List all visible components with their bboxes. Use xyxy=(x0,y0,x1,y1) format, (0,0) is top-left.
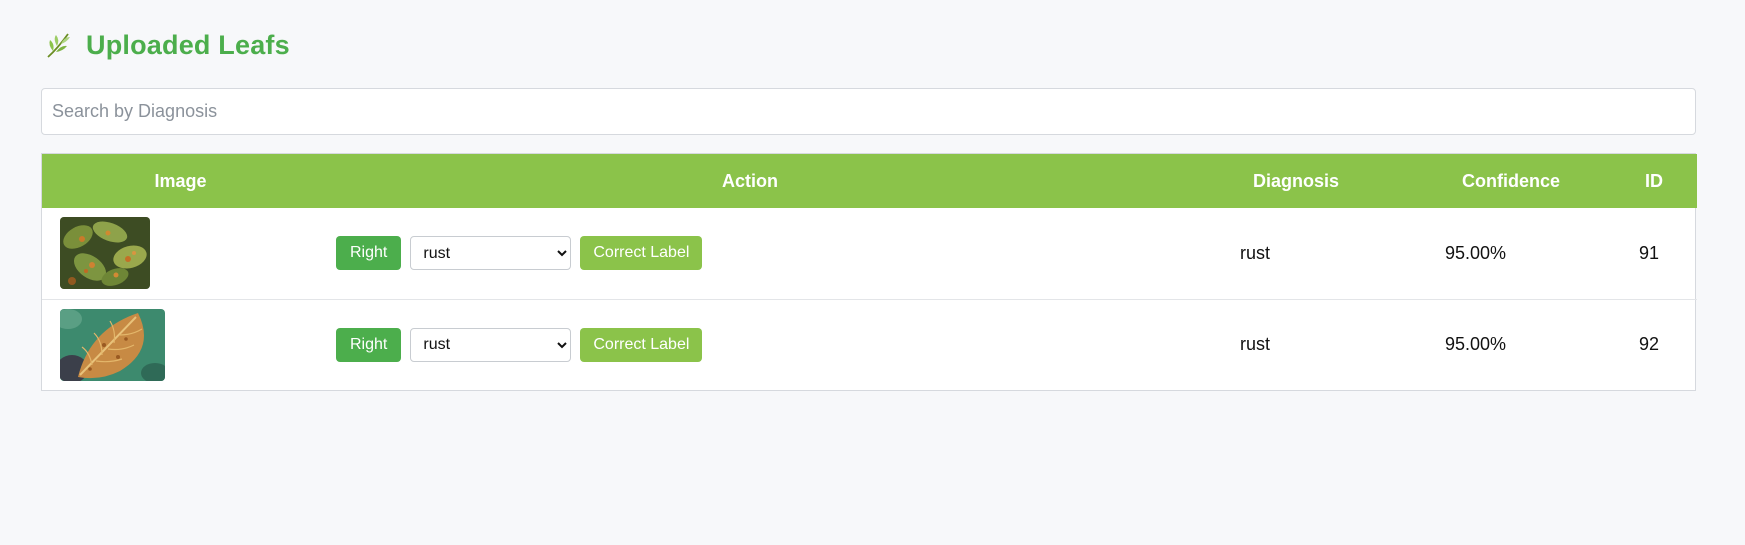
right-button[interactable]: Right xyxy=(336,327,402,362)
leaf-icon xyxy=(44,30,74,60)
id-cell: 91 xyxy=(1639,242,1660,263)
action-cell: Right rust Correct Label xyxy=(319,208,1181,299)
confidence-cell: 95.00% xyxy=(1445,334,1507,355)
diagnosis-cell: rust xyxy=(1240,334,1271,355)
page-title: Uploaded Leafs xyxy=(86,29,290,60)
search-input[interactable] xyxy=(41,88,1696,135)
column-header-image: Image xyxy=(154,170,207,191)
table-row: Right rust Correct Label rust 95.00% 91 xyxy=(42,208,1697,299)
correct-label-button[interactable]: Correct Label xyxy=(580,327,703,362)
label-select[interactable]: rust xyxy=(410,236,572,271)
id-cell: 92 xyxy=(1639,334,1660,355)
confidence-cell: 95.00% xyxy=(1445,242,1507,263)
page-header: Uploaded Leafs xyxy=(44,26,290,64)
leaf-image[interactable] xyxy=(60,217,150,290)
leaf-image[interactable] xyxy=(60,308,165,381)
column-header-id: ID xyxy=(1645,170,1663,191)
table-row: Right rust Correct Label rust 95.00% 92 xyxy=(42,299,1697,390)
column-header-confidence: Confidence xyxy=(1461,170,1560,191)
image-cell xyxy=(42,299,319,390)
leaf-table: Image Action Diagnosis Confidence ID Rig… xyxy=(41,153,1697,391)
column-header-action: Action xyxy=(722,170,778,191)
table-header-row: Image Action Diagnosis Confidence ID xyxy=(42,154,1697,208)
image-cell xyxy=(42,208,319,299)
diagnosis-cell: rust xyxy=(1240,242,1271,263)
column-header-diagnosis: Diagnosis xyxy=(1252,170,1340,191)
action-cell: Right rust Correct Label xyxy=(319,299,1181,390)
right-button[interactable]: Right xyxy=(336,236,402,271)
page: Uploaded Leafs Image Action Diagnosis Co… xyxy=(0,0,1745,545)
label-select[interactable]: rust xyxy=(410,327,572,362)
correct-label-button[interactable]: Correct Label xyxy=(580,236,703,271)
